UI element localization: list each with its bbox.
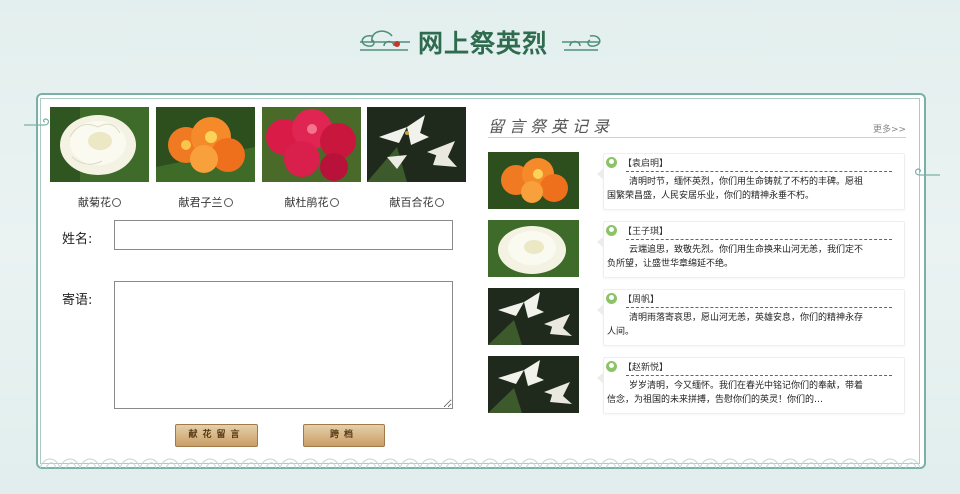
submit-offering-button[interactable]: 献花留言 — [175, 424, 258, 447]
flower-label: 献百合花 — [389, 196, 434, 209]
orange-clivia-photo — [156, 107, 255, 182]
reset-button[interactable]: 跨档 — [303, 424, 385, 447]
dashed-divider — [626, 307, 892, 308]
flower-radio[interactable] — [112, 198, 121, 207]
name-input[interactable] — [114, 220, 453, 250]
message-text: 清明时节，缅怀英烈，你们用生命铸就了不朽的丰碑。愿祖国繁荣昌盛，人民安居乐业，你… — [607, 177, 864, 201]
list-item: 【周帆】 清明雨落寄哀思，愿山河无恙，英雄安息，你们的精神永存人间。 — [597, 289, 905, 346]
dashed-divider — [626, 375, 892, 376]
dashed-divider — [626, 239, 892, 240]
more-link[interactable]: 更多>> — [873, 122, 906, 135]
orange-clivia-photo — [488, 152, 579, 209]
flower-option-chrysanthemum[interactable]: 献菊花 — [50, 107, 149, 209]
flower-option-lily[interactable]: 献百合花 — [367, 107, 466, 209]
message-textarea[interactable] — [114, 281, 453, 409]
message-author: 【王子琪】 — [623, 227, 669, 237]
red-azalea-photo — [262, 107, 361, 182]
flower-label: 献君子兰 — [178, 196, 223, 209]
message-label: 寄语: — [62, 293, 93, 308]
user-icon — [606, 157, 617, 168]
white-lily-photo — [488, 356, 579, 413]
flower-option-clivia[interactable]: 献君子兰 — [156, 107, 255, 209]
flower-label: 献菊花 — [78, 196, 111, 209]
swirl-ornament-icon — [24, 118, 50, 126]
message-author: 【袁启明】 — [623, 159, 669, 169]
list-item: 【赵新悦】 岁岁清明，今又缅怀。我们在春光中铭记你们的奉献，带着信念，为祖国的未… — [597, 357, 905, 414]
page-header: 网上祭英烈 — [0, 0, 960, 80]
list-item: 【袁启明】 清明时节，缅怀英烈，你们用生命铸就了不朽的丰碑。愿祖国繁荣昌盛，人民… — [597, 153, 905, 210]
message-author: 【赵新悦】 — [623, 363, 669, 373]
flower-option-azalea[interactable]: 献杜鹃花 — [262, 107, 361, 209]
page-title: 网上祭英烈 — [418, 29, 549, 58]
message-author: 【周帆】 — [623, 295, 660, 305]
user-icon — [606, 225, 617, 236]
name-label: 姓名: — [62, 232, 93, 247]
message-text: 清明雨落寄哀思，愿山河无恙，英雄安息，你们的精神永存人间。 — [607, 313, 864, 337]
message-text: 岁岁清明，今又缅怀。我们在春光中铭记你们的奉献，带着信念，为祖国的未来拼搏，告慰… — [607, 381, 864, 405]
white-chrysanthemum-photo — [488, 220, 579, 277]
section-divider — [488, 137, 906, 138]
message-text: 云端追思，致敬先烈。你们用生命换来山河无恙，我们定不负所望，让盛世华章绵延不绝。 — [607, 245, 864, 269]
messages-section-title: 留言祭英记录 — [488, 117, 615, 136]
flower-radio[interactable] — [223, 198, 233, 207]
wave-border-icon — [40, 452, 920, 468]
list-item: 【王子琪】 云端追思，致敬先烈。你们用生命换来山河无恙，我们定不负所望，让盛世华… — [597, 221, 905, 278]
swirl-ornament-icon — [914, 168, 940, 176]
flower-label: 献杜鹃花 — [284, 196, 329, 209]
white-lily-photo — [488, 288, 579, 345]
flower-radio[interactable] — [329, 198, 339, 207]
user-icon — [606, 293, 617, 304]
white-lily-photo — [367, 107, 466, 182]
user-icon — [606, 361, 617, 372]
flower-radio[interactable] — [434, 198, 444, 207]
dashed-divider — [626, 171, 892, 172]
white-chrysanthemum-photo — [50, 107, 149, 182]
